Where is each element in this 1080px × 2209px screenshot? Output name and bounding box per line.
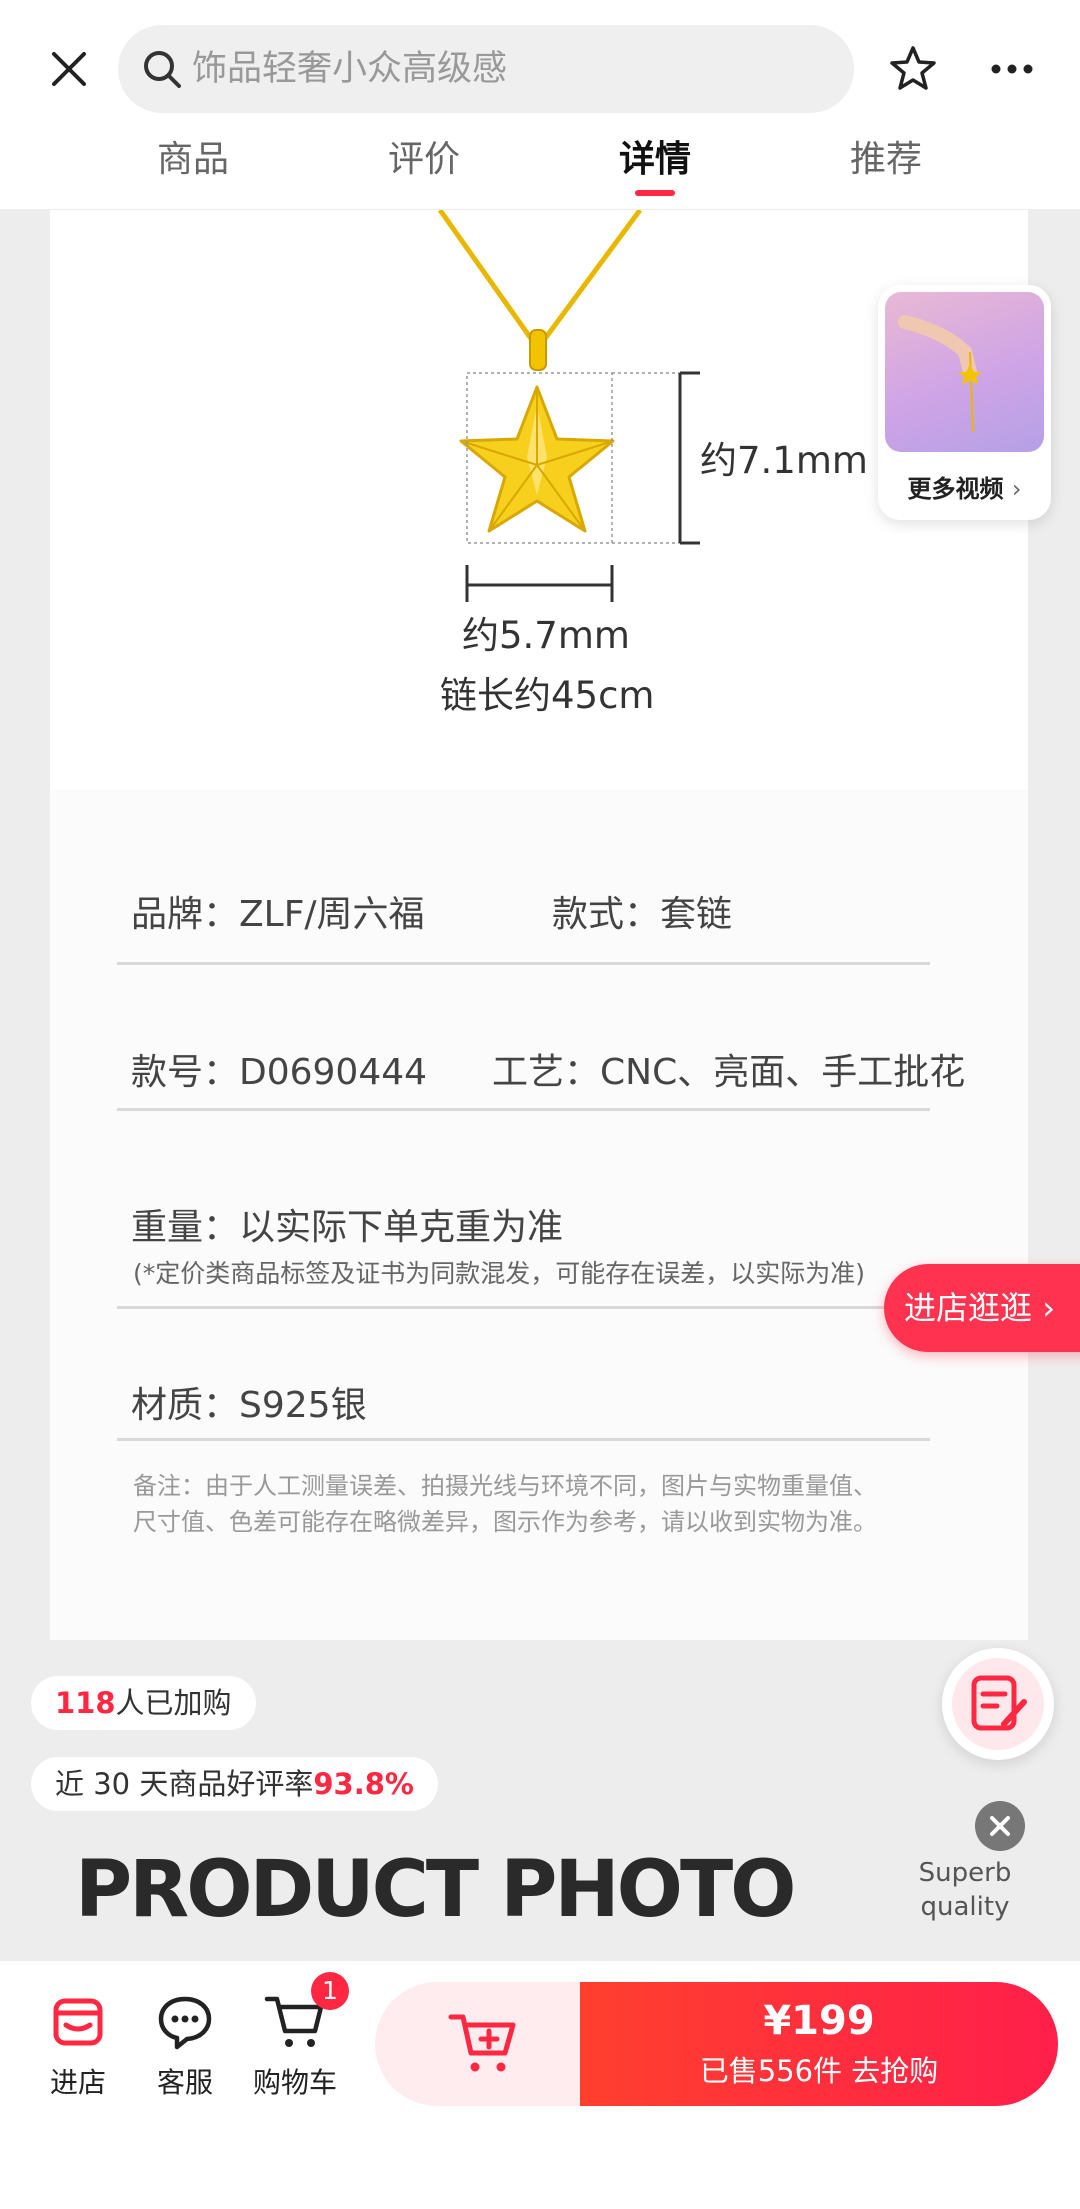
add-to-cart-button[interactable] — [375, 1982, 605, 2106]
search-icon — [144, 51, 181, 88]
spec-divider — [117, 962, 930, 965]
dimension-width: 约5.7mm — [462, 614, 630, 657]
tab-active-indicator — [635, 190, 675, 196]
spec-craft: 工艺：CNC、亮面、手工批花 — [492, 1052, 966, 1093]
chevron-right-icon: › — [1042, 1289, 1055, 1327]
buy-price: ¥199 — [763, 1998, 875, 2044]
more-videos-card[interactable]: 更多视频 › — [878, 285, 1051, 520]
search-input[interactable]: 饰品轻奢小众高级感 — [118, 25, 854, 113]
rating-badge: 近 30 天商品好评率93.8% — [31, 1757, 438, 1811]
more-videos-label: 更多视频 › — [907, 475, 1022, 503]
store-label: 进店 — [49, 2066, 106, 2099]
star-icon[interactable] — [888, 44, 938, 94]
close-x-glyph — [990, 1816, 1010, 1836]
rating-prefix: 近 30 天商品好评率 — [55, 1767, 314, 1801]
added-count: 118 — [55, 1686, 116, 1720]
spec-divider — [117, 1306, 930, 1309]
superb-quality-label: Superb quality — [905, 1856, 1025, 1924]
top-bar: 饰品轻奢小众高级感 商品 评价 详情 推荐 — [0, 0, 1080, 210]
chat-icon — [158, 1996, 212, 2050]
spec-style: 款式：套链 — [552, 894, 733, 935]
chain-length: 链长约45cm — [440, 674, 655, 717]
search-placeholder: 饰品轻奢小众高级感 — [192, 49, 508, 89]
spec-divider — [117, 1108, 930, 1111]
spec-divider — [117, 1438, 930, 1441]
spec-weight-note: (*定价类商品标签及证书为同款混发，可能存在误差，以实际为准) — [133, 1259, 866, 1288]
note-fab-bg — [952, 1658, 1044, 1750]
spec-material: 材质：S925银 — [131, 1385, 367, 1426]
video-thumbnail-art — [898, 315, 982, 433]
superb-line-2: quality — [920, 1892, 1010, 1922]
remark-line-1: 备注：由于人工测量误差、拍摄光线与环境不同，图片与实物重量值、 — [133, 1472, 877, 1500]
spec-model: 款号：D0690444 — [131, 1052, 428, 1093]
edit-note-icon — [971, 1675, 1027, 1731]
close-icon[interactable] — [48, 48, 90, 90]
tab-details[interactable]: 详情 — [595, 130, 715, 182]
spec-weight: 重量：以实际下单克重为准 — [131, 1207, 564, 1248]
buy-sold-count: 已售556件 去抢购 — [699, 2054, 939, 2088]
close-icon[interactable] — [975, 1801, 1025, 1851]
customer-service-button[interactable]: 客服 — [135, 1991, 235, 2101]
spec-brand: 品牌：ZLF/周六福 — [131, 894, 425, 935]
added-text: 人已加购 — [115, 1686, 232, 1720]
enter-store-button[interactable]: 进店逛逛 › — [884, 1264, 1080, 1352]
customer-service-label: 客服 — [156, 2066, 213, 2099]
tab-reviews[interactable]: 评价 — [364, 130, 484, 182]
cart-label: 购物车 — [252, 2066, 337, 2099]
store-icon — [53, 1998, 103, 2046]
dimension-height: 约7.1mm — [700, 439, 868, 482]
cart-count-badge: 1 — [311, 1972, 349, 2010]
superb-line-1: Superb — [918, 1858, 1012, 1888]
added-to-cart-badge: 118人已加购 — [31, 1676, 256, 1730]
note-fab-button[interactable] — [942, 1648, 1054, 1760]
video-thumbnail — [885, 292, 1044, 452]
enter-store-label: 进店逛逛 — [904, 1289, 1033, 1327]
chevron-right-icon: › — [1011, 475, 1022, 503]
buy-now-button[interactable]: ¥199 已售556件 去抢购 — [580, 1982, 1058, 2106]
tab-product[interactable]: 商品 — [133, 130, 253, 182]
add-cart-icon — [448, 2014, 516, 2072]
more-icon[interactable] — [990, 56, 1034, 82]
rating-value: 93.8% — [313, 1767, 414, 1801]
tab-bar: 商品 评价 详情 推荐 — [0, 130, 1080, 200]
remark-line-2: 尺寸值、色差可能存在略微差异，图示作为参考，请以收到实物为准。 — [133, 1508, 877, 1536]
tab-recommend[interactable]: 推荐 — [826, 130, 946, 182]
product-photo-heading: PRODUCT PHOTO — [75, 1845, 796, 1935]
store-button[interactable]: 进店 — [28, 1991, 128, 2101]
